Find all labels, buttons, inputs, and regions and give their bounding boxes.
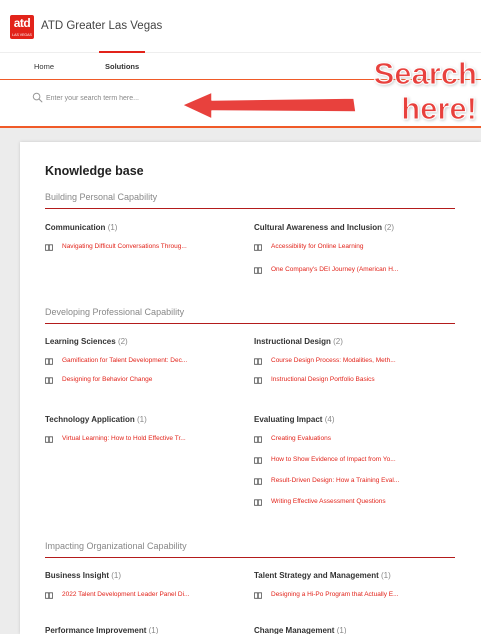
book-icon bbox=[254, 499, 262, 506]
article-link[interactable]: Virtual Learning: How to Hold Effective … bbox=[45, 435, 245, 445]
category-performance-improvement: Performance Improvement (1) bbox=[45, 626, 245, 634]
article-link[interactable]: One Company's DEI Journey (American H... bbox=[254, 266, 454, 276]
logo-subtext: LAS VEGAS bbox=[12, 33, 32, 37]
section-building-personal-capability: Building Personal Capability bbox=[45, 192, 455, 209]
category-title[interactable]: Communication bbox=[45, 223, 105, 232]
article-link[interactable]: Course Design Process: Modalities, Meth.… bbox=[254, 357, 454, 367]
category-title[interactable]: Instructional Design bbox=[254, 337, 331, 346]
book-icon bbox=[254, 478, 262, 485]
book-icon bbox=[254, 457, 262, 464]
book-icon bbox=[254, 592, 262, 599]
category-count: (1) bbox=[111, 571, 122, 580]
article-link[interactable]: Result-Driven Design: How a Training Eva… bbox=[254, 477, 454, 487]
article-link[interactable]: Navigating Difficult Conversations Throu… bbox=[45, 243, 245, 253]
logo-text: atd bbox=[13, 16, 31, 30]
category-title[interactable]: Evaluating Impact bbox=[254, 415, 322, 424]
category-title[interactable]: Technology Application bbox=[45, 415, 135, 424]
category-count: (1) bbox=[381, 571, 391, 580]
book-icon bbox=[45, 436, 53, 443]
category-learning-sciences: Learning Sciences (2) Gamification for T… bbox=[45, 337, 245, 386]
site-header: atd LAS VEGAS ATD Greater Las Vegas bbox=[0, 0, 481, 52]
atd-logo[interactable]: atd LAS VEGAS bbox=[10, 15, 34, 39]
knowledge-base-card: Knowledge base Building Personal Capabil… bbox=[20, 142, 481, 634]
category-count: (2) bbox=[333, 337, 343, 346]
category-count: (2) bbox=[384, 223, 395, 232]
category-title[interactable]: Change Management bbox=[254, 626, 334, 634]
article-link[interactable]: Designing for Behavior Change bbox=[45, 376, 245, 386]
category-title[interactable]: Business Insight bbox=[45, 571, 109, 580]
category-talent-strategy: Talent Strategy and Management (1) Desig… bbox=[254, 571, 454, 601]
book-icon bbox=[45, 244, 53, 251]
category-title[interactable]: Learning Sciences bbox=[45, 337, 116, 346]
article-link[interactable]: Creating Evaluations bbox=[254, 435, 454, 445]
article-link[interactable]: Accessibility for Online Learning bbox=[254, 243, 454, 253]
category-title[interactable]: Cultural Awareness and Inclusion bbox=[254, 223, 382, 232]
section-title: Building Personal Capability bbox=[45, 192, 455, 209]
article-link[interactable]: Designing a Hi-Po Program that Actually … bbox=[254, 591, 454, 601]
knowledge-base-title: Knowledge base bbox=[45, 164, 144, 178]
book-icon bbox=[45, 377, 53, 384]
category-evaluating-impact: Evaluating Impact (4) Creating Evaluatio… bbox=[254, 415, 454, 508]
article-link[interactable]: Writing Effective Assessment Questions bbox=[254, 498, 454, 508]
category-cultural-awareness: Cultural Awareness and Inclusion (2) Acc… bbox=[254, 223, 454, 276]
org-name: ATD Greater Las Vegas bbox=[41, 20, 163, 32]
book-icon bbox=[45, 358, 53, 365]
callout-line-2: here! bbox=[401, 91, 478, 127]
category-instructional-design: Instructional Design (2) Course Design P… bbox=[254, 337, 454, 386]
category-title[interactable]: Talent Strategy and Management bbox=[254, 571, 379, 580]
section-impacting-organizational-capability: Impacting Organizational Capability bbox=[45, 541, 455, 558]
category-business-insight: Business Insight (1) 2022 Talent Develop… bbox=[45, 571, 245, 601]
category-count: (1) bbox=[148, 626, 159, 634]
section-developing-professional-capability: Developing Professional Capability bbox=[45, 307, 455, 324]
category-technology-application: Technology Application (1) Virtual Learn… bbox=[45, 415, 245, 445]
category-count: (2) bbox=[117, 337, 128, 346]
category-count: (1) bbox=[107, 223, 118, 232]
tab-home[interactable]: Home bbox=[34, 62, 54, 71]
category-count: (4) bbox=[324, 415, 335, 424]
category-count: (1) bbox=[137, 415, 147, 424]
book-icon bbox=[254, 244, 262, 251]
arrow-left-icon bbox=[182, 92, 357, 120]
search-icon bbox=[32, 92, 43, 103]
category-communication: Communication (1) Navigating Difficult C… bbox=[45, 223, 245, 253]
article-link[interactable]: Instructional Design Portfolio Basics bbox=[254, 376, 454, 386]
article-link[interactable]: Gamification for Talent Development: Dec… bbox=[45, 357, 245, 367]
tab-solutions[interactable]: Solutions bbox=[98, 51, 146, 71]
category-change-management: Change Management (1) bbox=[254, 626, 454, 634]
book-icon bbox=[45, 592, 53, 599]
article-link[interactable]: 2022 Talent Development Leader Panel Di.… bbox=[45, 591, 245, 601]
section-title: Developing Professional Capability bbox=[45, 307, 455, 324]
category-title[interactable]: Performance Improvement bbox=[45, 626, 146, 634]
section-title: Impacting Organizational Capability bbox=[45, 541, 455, 558]
book-icon bbox=[254, 358, 262, 365]
book-icon bbox=[254, 377, 262, 384]
callout-line-1: Search bbox=[373, 56, 477, 92]
book-icon bbox=[254, 267, 262, 274]
article-link[interactable]: How to Show Evidence of Impact from Yo..… bbox=[254, 456, 454, 466]
category-count: (1) bbox=[336, 626, 347, 634]
search-here-callout: Search here! bbox=[337, 56, 478, 127]
book-icon bbox=[254, 436, 262, 443]
